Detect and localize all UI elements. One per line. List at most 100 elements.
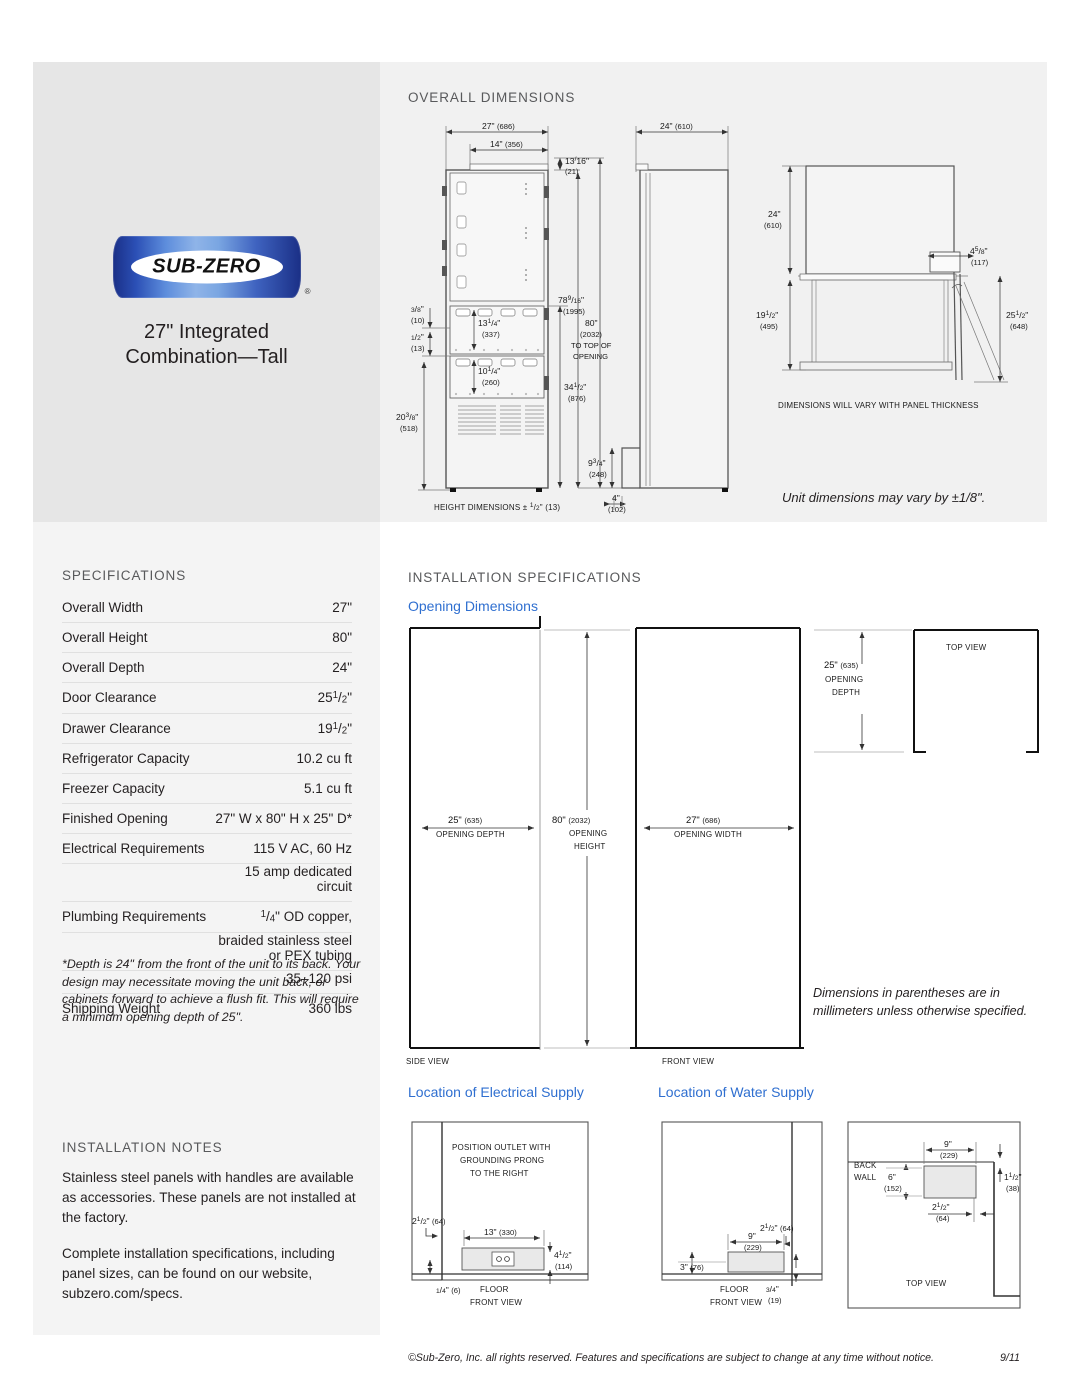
height-tolerance-note: HEIGHT DIMENSIONS ± 1/2" (13)	[434, 502, 560, 513]
dim-opening-depth: 25" (635)	[448, 814, 483, 825]
dim-door-height: 789/16"	[558, 295, 584, 306]
dim-drawer-section-mm: (876)	[568, 394, 586, 403]
dim-top-depth: 24"	[768, 209, 781, 219]
dim-toe-depth-mm: (102)	[608, 505, 626, 514]
dim-water-width-mm: (229)	[744, 1243, 762, 1252]
label-opening-depth: OPENING DEPTH	[436, 830, 505, 839]
specifications-heading: SPECIFICATIONS	[62, 568, 187, 583]
table-row: Refrigerator Capacity 10.2 cu ft	[62, 743, 352, 774]
table-row: Overall Height 80"	[62, 622, 352, 653]
millimeters-note: Dimensions in parentheses are in millime…	[813, 986, 1028, 1018]
spec-value: 15 amp dedicated circuit	[244, 864, 352, 895]
dim-base-height: 203/8"	[396, 412, 418, 423]
label-opening-height-1: OPENING	[569, 829, 607, 838]
water-supply-drawing: 21/2" (64) 9" (229) 3" (76) 3/4" (19) FL…	[658, 1118, 838, 1308]
dim-top-opening-depth: 25" (635)	[824, 659, 859, 670]
dim-opening-height-mm: (2032)	[580, 330, 602, 339]
spec-label: Overall Width	[62, 600, 144, 615]
dim-overall-width: 27" (686)	[482, 121, 515, 131]
dim-opening-height: 80" (2032)	[552, 814, 591, 825]
installation-notes-heading: INSTALLATION NOTES	[62, 1140, 223, 1155]
dim-opening-width: 27" (686)	[686, 814, 721, 825]
label-top-view: TOP VIEW	[946, 643, 987, 652]
dim-water-top-offset-mm: (64)	[936, 1214, 950, 1223]
label-top-opening-2: DEPTH	[832, 688, 860, 697]
dim-top-depth-mm: (610)	[764, 221, 782, 230]
spec-label: Drawer Clearance	[62, 720, 171, 736]
label-side-view: SIDE VIEW	[406, 1057, 449, 1066]
spec-value: 24"	[332, 660, 352, 675]
dim-grille-height: 93/4"	[588, 458, 606, 469]
dim-handle-proj: 45/8"	[970, 246, 988, 257]
table-row: Door Clearance 251/2"	[62, 682, 352, 714]
page-title: 27" Integrated Combination—Tall	[33, 320, 380, 370]
spec-sheet-page: SUB-ZERO ® 27" Integrated Combination—Ta…	[0, 0, 1080, 1397]
electrical-note-2: GROUNDING PRONG	[460, 1156, 544, 1165]
spec-label: Overall Depth	[62, 660, 145, 675]
overall-dimensions-drawing: 27" (686) 14" (356) 13/16" (21) 789/16" …	[396, 118, 1038, 518]
installation-notes-body: Stainless steel panels with handles are …	[62, 1168, 362, 1320]
electrical-supply-heading: Location of Electrical Supply	[408, 1084, 584, 1100]
water-top-view-drawing: 9" (229) BACK WALL 6" (152) 21/2" (64) 1…	[844, 1118, 1044, 1309]
label-elec-floor: FLOOR	[480, 1285, 509, 1294]
dim-gap-half: 1/2"	[411, 332, 424, 342]
branding: SUB-ZERO ® 27" Integrated Combination—Ta…	[33, 236, 380, 370]
spec-value: 80"	[332, 630, 352, 645]
dim-opening-note1: TO TOP OF	[571, 341, 612, 350]
electrical-note-1: POSITION OUTLET WITH	[452, 1143, 551, 1152]
table-row: Finished Opening 27" W x 80" H x 25" D*	[62, 803, 352, 834]
footer-copyright: ©Sub-Zero, Inc. all rights reserved. Fea…	[408, 1352, 934, 1364]
dim-base-height-mm: (518)	[400, 424, 418, 433]
dim-door-clear: 251/2"	[1006, 310, 1028, 321]
dim-elec-width: 13" (330)	[484, 1227, 517, 1237]
spec-value: 5.1 cu ft	[303, 781, 352, 797]
label-water-front-view: FRONT VIEW	[710, 1298, 762, 1307]
spec-value: 10.2 cu ft	[296, 751, 352, 767]
installation-specifications-heading: INSTALLATION SPECIFICATIONS	[408, 570, 642, 585]
spec-value: 27" W x 80" H x 25" D*	[215, 811, 352, 827]
dim-lower-drawer-mm: (260)	[482, 378, 500, 387]
label-back-wall-1: BACK	[854, 1161, 877, 1170]
dim-water-top-width: 9"	[944, 1139, 952, 1149]
dim-elec-height: 41/2"	[554, 1250, 572, 1261]
dim-water-top-width-mm: (229)	[940, 1151, 958, 1160]
table-row: Electrical Requirements 115 V AC, 60 Hz	[62, 833, 352, 864]
spec-label: Finished Opening	[62, 811, 168, 827]
dim-elec-bottom-offset: 1/4" (6)	[436, 1285, 461, 1295]
registered-trademark-icon: ®	[304, 287, 311, 296]
dim-side-depth: 24" (610)	[660, 121, 693, 131]
spec-label: Plumbing Requirements	[62, 909, 207, 925]
label-water-floor: FLOOR	[720, 1285, 749, 1294]
dim-toe-depth: 4"	[612, 493, 620, 503]
dim-water-bottom-offset-mm: (19)	[768, 1296, 782, 1305]
label-back-wall-2: WALL	[854, 1173, 877, 1182]
overall-dimensions-heading: OVERALL DIMENSIONS	[408, 90, 576, 105]
water-supply-heading: Location of Water Supply	[658, 1084, 814, 1100]
dim-handle-proj-mm: (117)	[971, 258, 989, 267]
spec-label: Overall Height	[62, 630, 148, 645]
electrical-supply-drawing: POSITION OUTLET WITH GROUNDING PRONG TO …	[408, 1118, 608, 1308]
label-top-opening-1: OPENING	[825, 675, 863, 684]
label-opening-height-2: HEIGHT	[574, 842, 605, 851]
label-water-top-view: TOP VIEW	[906, 1279, 947, 1288]
spec-value: 191/2"	[317, 720, 352, 737]
spec-label: Refrigerator Capacity	[62, 751, 190, 767]
spec-value: 115 V AC, 60 Hz	[253, 841, 352, 857]
dim-water-side-gap-mm: (38)	[1006, 1184, 1020, 1193]
dim-water-side-gap: 11/2"	[1004, 1172, 1022, 1183]
unit-variance-note: Unit dimensions may vary by ±1/8".	[782, 490, 986, 505]
dim-opening-note2: OPENING	[573, 352, 608, 361]
spec-label	[62, 864, 206, 902]
product-title-line2: Combination—Tall	[125, 346, 288, 368]
dim-water-top-offset: 21/2"	[932, 1202, 950, 1213]
opening-dimensions-heading: Opening Dimensions	[408, 598, 538, 614]
product-title-line1: 27" Integrated	[144, 321, 269, 343]
installation-note-1: Stainless steel panels with handles are …	[62, 1170, 356, 1225]
panel-thickness-note: DIMENSIONS WILL VARY WITH PANEL THICKNES…	[778, 401, 979, 410]
label-opening-width: OPENING WIDTH	[674, 830, 742, 839]
specifications-section: SPECIFICATIONS Overall Width 27" Overall …	[62, 568, 352, 1023]
table-row: Plumbing Requirements 1/4" OD copper,	[62, 901, 352, 933]
spec-label: Electrical Requirements	[62, 841, 205, 857]
spec-label: Door Clearance	[62, 690, 157, 705]
dim-top-offset: 3/8"	[411, 304, 424, 314]
